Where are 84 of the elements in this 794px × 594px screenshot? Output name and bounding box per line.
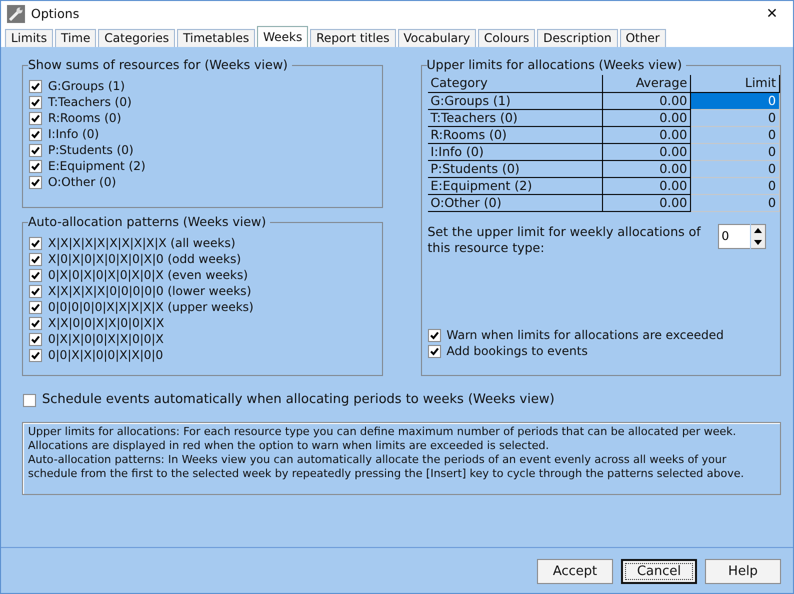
- checkbox-label: 0|0|0|0|0|X|X|X|X|X (upper weeks): [48, 299, 254, 315]
- table-cell: P:Students (0): [428, 160, 603, 177]
- table-cell: I:Info (0): [428, 143, 603, 160]
- checkbox[interactable]: [23, 394, 36, 406]
- group-title: Show sums of resources for (Weeks view): [28, 57, 292, 73]
- column-header: Average: [602, 75, 691, 92]
- table-cell: 0.00: [602, 143, 691, 160]
- checkbox-label: I:Info (0): [48, 126, 100, 142]
- checkbox-label: Warn when limits for allocations are exceeded: [446, 327, 724, 343]
- spinner-label: Set the upper limit for weekly allocations of this resource type:: [428, 224, 702, 256]
- tab[interactable]: Report titles: [310, 29, 396, 47]
- checkbox-label: 0|0|X|X|0|0|X|X|0|0: [48, 347, 164, 363]
- checkbox[interactable]: [29, 300, 42, 314]
- checkbox[interactable]: [29, 96, 42, 108]
- group-title: Upper limits for allocations (Weeks view): [426, 57, 686, 73]
- table-cell[interactable]: 0: [690, 194, 780, 211]
- tab[interactable]: Vocabulary: [398, 29, 476, 47]
- checkbox-label: R:Rooms (0): [48, 110, 122, 126]
- checkbox[interactable]: [29, 268, 42, 282]
- tab[interactable]: Categories: [98, 29, 176, 47]
- table-cell[interactable]: 0: [690, 160, 780, 177]
- checkbox-label: Add bookings to events: [446, 343, 588, 359]
- column-header: Category: [428, 75, 603, 92]
- checkbox[interactable]: [29, 348, 42, 362]
- checkbox-label: X|0|X|0|X|0|X|0|X|0 (odd weeks): [48, 251, 242, 267]
- checkbox-label: X|X|0|0|X|X|0|0|X|X: [48, 315, 164, 331]
- table-cell: R:Rooms (0): [428, 126, 603, 143]
- tab[interactable]: Timetables: [177, 29, 256, 47]
- checkbox[interactable]: [29, 128, 42, 140]
- dialog-button[interactable]: Cancel: [621, 559, 697, 584]
- checkbox[interactable]: [29, 144, 42, 156]
- checkbox-label: 0|X|0|X|0|X|0|X|0|X (even weeks): [48, 267, 248, 283]
- checkbox-label: E:Equipment (2): [48, 158, 146, 174]
- table-cell: 0.00: [602, 126, 691, 143]
- table-cell: T:Teachers (0): [428, 109, 603, 126]
- wrench-icon: [7, 5, 25, 23]
- tab[interactable]: Time: [55, 29, 96, 47]
- table-cell[interactable]: 0: [690, 92, 780, 109]
- table-cell: 0.00: [602, 160, 691, 177]
- checkbox-label: X|X|X|X|X|0|0|0|0|0 (lower weeks): [48, 283, 252, 299]
- column-header: Limit: [690, 75, 780, 92]
- checkbox-label: O:Other (0): [48, 174, 116, 190]
- close-button[interactable]: ✕: [757, 6, 787, 22]
- group-title: Auto-allocation patterns (Weeks view): [28, 214, 270, 230]
- tab[interactable]: Description: [537, 29, 618, 47]
- table-cell: G:Groups (1): [428, 92, 603, 109]
- table-cell: E:Equipment (2): [428, 177, 603, 194]
- table-cell[interactable]: 0: [690, 177, 780, 194]
- checkbox[interactable]: [29, 160, 42, 172]
- table-cell[interactable]: 0: [690, 126, 780, 143]
- checkbox[interactable]: [29, 284, 42, 298]
- checkbox[interactable]: [29, 332, 42, 346]
- help-paragraph: Auto-allocation patterns: In Weeks view you can automatically allocate the periods of an event evenly across all weeks of your schedule from the first to the selected week by repeatedly pressing the [Insert] key to cycle through the patterns selected above.: [28, 453, 745, 481]
- dialog-button[interactable]: Help: [705, 559, 781, 584]
- table-cell: 0.00: [602, 92, 691, 109]
- table-cell[interactable]: 0: [690, 143, 780, 160]
- checkbox-label: G:Groups (1): [48, 78, 125, 94]
- table-cell: 0.00: [602, 109, 691, 126]
- number-field[interactable]: 0: [718, 224, 750, 248]
- checkbox-label: T:Teachers (0): [48, 94, 132, 110]
- checkbox[interactable]: [428, 344, 440, 358]
- checkbox[interactable]: [29, 112, 42, 124]
- table-cell: 0.00: [602, 177, 691, 194]
- checkbox[interactable]: [29, 80, 42, 92]
- checkbox[interactable]: [29, 316, 42, 330]
- checkbox-label: X|X|X|X|X|X|X|X|X|X (all weeks): [48, 235, 236, 251]
- tab[interactable]: Weeks: [257, 26, 308, 47]
- checkbox[interactable]: [29, 176, 42, 188]
- checkbox[interactable]: [29, 252, 42, 266]
- tab[interactable]: Other: [620, 29, 666, 47]
- table-cell: O:Other (0): [428, 194, 603, 211]
- checkbox-label: Schedule events automatically when allocating periods to weeks (Weeks view): [42, 392, 555, 408]
- checkbox-label: 0|X|X|0|0|X|X|0|0|X: [48, 331, 164, 347]
- table-cell: 0.00: [602, 194, 691, 211]
- dialog-button[interactable]: Accept: [537, 559, 613, 584]
- help-paragraph: Upper limits for allocations: For each resource type you can define maximum number of periods that can be allocated per week. Allocations are displayed in red when the option to warn when limits are exceeded is selected.: [28, 425, 738, 453]
- tab[interactable]: Colours: [478, 29, 536, 47]
- checkbox[interactable]: [428, 328, 440, 342]
- checkbox[interactable]: [29, 236, 42, 250]
- tab[interactable]: Limits: [5, 29, 53, 47]
- spin-arrows-icon: [750, 224, 766, 248]
- table-cell[interactable]: 0: [690, 109, 780, 126]
- window-title: Options: [31, 6, 80, 22]
- checkbox-label: P:Students (0): [48, 142, 134, 158]
